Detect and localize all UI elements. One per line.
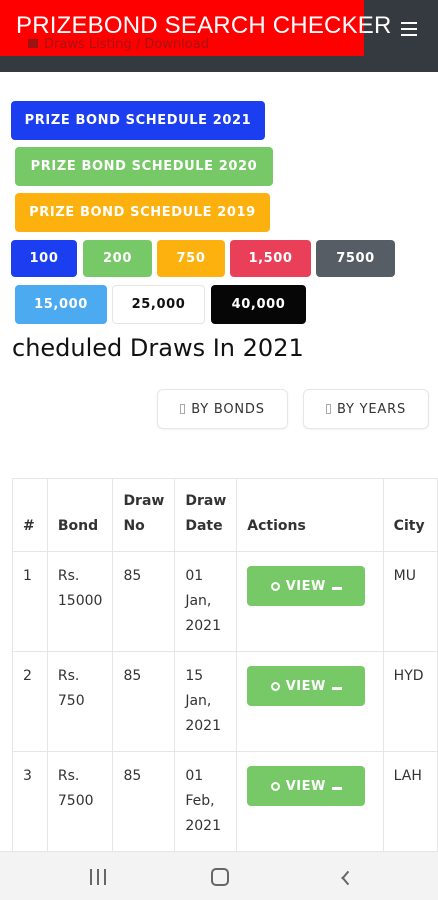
column-header: Actions <box>236 478 384 552</box>
draw-date-cell: 01 Feb, 2021 <box>174 751 238 852</box>
android-nav-bar <box>0 851 438 900</box>
bond-750-button[interactable]: 750 <box>157 240 225 277</box>
search-icon <box>270 581 280 591</box>
draw-no-cell: 85 <box>112 751 176 852</box>
bond-25000-button[interactable]: 25,000 <box>112 285 205 324</box>
schedule-2021-button[interactable]: PRIZE BOND SCHEDULE 2021 <box>11 101 265 140</box>
download-icon <box>331 682 342 690</box>
recents-icon <box>90 869 92 885</box>
download-icon <box>331 582 342 590</box>
view-download-button[interactable]: VIEW <box>247 566 366 606</box>
breadcrumb: Draws Listing / Download <box>28 37 209 52</box>
city-cell: LAH <box>382 751 438 852</box>
bond-1500-button[interactable]: 1,500 <box>230 240 311 277</box>
draw-date-cell: 01 Jan, 2021 <box>174 551 238 652</box>
draw-date-cell: 15 Jan, 2021 <box>174 651 238 752</box>
view-download-button[interactable]: VIEW <box>247 666 366 706</box>
table-header-row: # Bond Draw No Draw Date Actions City <box>12 478 438 552</box>
city-cell: HYD <box>382 651 438 752</box>
actions-cell: VIEW <box>236 651 384 752</box>
app-title: PRIZEBOND SEARCH CHECKER <box>16 12 392 39</box>
row-number: 3 <box>12 751 48 852</box>
bond-100-button[interactable]: 100 <box>11 240 77 277</box>
draws-table: # Bond Draw No Draw Date Actions City 1 … <box>12 478 438 852</box>
city-cell: MU <box>382 551 438 652</box>
filter-icon <box>325 404 331 414</box>
hamburger-icon <box>401 22 417 24</box>
bond-cell: Rs. 15000 <box>46 551 114 652</box>
download-icon <box>331 782 342 790</box>
actions-cell: VIEW <box>236 751 384 852</box>
filter-by-years-button[interactable]: BY YEARS <box>303 389 429 429</box>
home-nav-button[interactable] <box>211 868 229 886</box>
back-button[interactable] <box>336 869 350 886</box>
breadcrumb-text: Draws Listing / Download <box>44 37 209 52</box>
schedule-2020-button[interactable]: PRIZE BOND SCHEDULE 2020 <box>15 147 273 186</box>
actions-cell: VIEW <box>236 551 384 652</box>
table-row: 1 Rs. 15000 85 01 Jan, 2021 VIEW MU <box>12 551 438 652</box>
app-header: PRIZEBOND SEARCH CHECKER Draws Listing /… <box>0 0 438 72</box>
draw-no-cell: 85 <box>112 551 176 652</box>
page-heading: cheduled Draws In 2021 <box>12 334 304 362</box>
column-header: # <box>12 478 48 552</box>
brand-banner[interactable]: PRIZEBOND SEARCH CHECKER Draws Listing /… <box>0 0 391 56</box>
row-number: 2 <box>12 651 48 752</box>
table-row: 3 Rs. 7500 85 01 Feb, 2021 VIEW LAH <box>12 751 438 852</box>
row-number: 1 <box>12 551 48 652</box>
menu-button[interactable] <box>398 19 422 39</box>
search-icon <box>270 781 280 791</box>
filter-by-bonds-label: BY BONDS <box>191 401 265 417</box>
column-header: Bond <box>46 478 114 552</box>
search-icon <box>270 681 280 691</box>
filter-icon <box>180 404 186 414</box>
table-row: 2 Rs. 750 85 15 Jan, 2021 VIEW HYD <box>12 651 438 752</box>
filter-by-years-label: BY YEARS <box>336 401 406 417</box>
filter-by-bonds-button[interactable]: BY BONDS <box>157 389 288 429</box>
home-icon <box>28 39 38 48</box>
schedule-2019-button[interactable]: PRIZE BOND SCHEDULE 2019 <box>15 193 270 232</box>
bond-cell: Rs. 7500 <box>46 751 114 852</box>
column-header: Draw No <box>112 478 176 552</box>
bond-cell: Rs. 750 <box>46 651 114 752</box>
view-download-button[interactable]: VIEW <box>247 766 366 806</box>
recents-button[interactable] <box>89 869 107 885</box>
column-header: City <box>382 478 438 552</box>
bond-15000-button[interactable]: 15,000 <box>15 285 107 324</box>
column-header: Draw Date <box>174 478 238 552</box>
bond-40000-button[interactable]: 40,000 <box>211 285 306 324</box>
bond-200-button[interactable]: 200 <box>83 240 152 277</box>
draw-no-cell: 85 <box>112 651 176 752</box>
bond-7500-button[interactable]: 7500 <box>316 240 395 277</box>
